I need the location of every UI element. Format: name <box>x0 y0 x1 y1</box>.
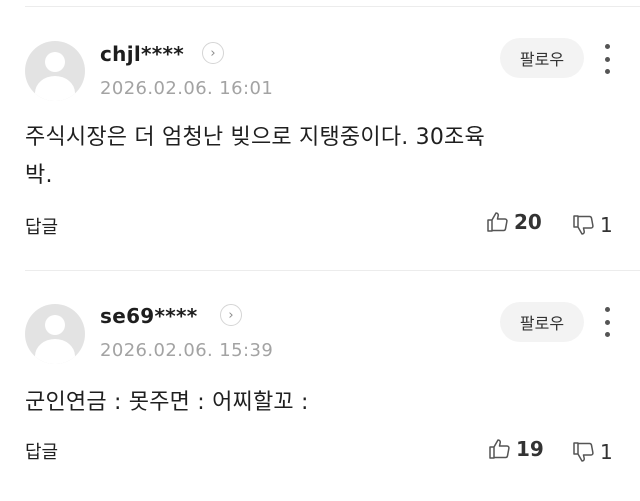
avatar[interactable] <box>25 41 85 101</box>
username[interactable]: se69**** <box>100 304 198 328</box>
reply-button[interactable]: 답글 <box>25 438 58 464</box>
dislike-count: 1 <box>600 213 613 237</box>
comment-item: chjl**** › 2026.02.06. 16:01 팔로우 주식시장은 더… <box>0 0 640 270</box>
dislike-button[interactable]: 1 <box>572 440 613 464</box>
like-count: 20 <box>514 210 542 234</box>
like-count: 19 <box>516 437 544 461</box>
thumbs-up-icon <box>489 439 510 459</box>
thumbs-down-icon <box>573 215 594 235</box>
more-vertical-icon[interactable] <box>598 307 616 337</box>
comment-text-line: 박. <box>25 163 53 188</box>
comment-text: 군인연금 : 못주면 : 어찌할꼬 : <box>25 384 595 422</box>
comment-text-line: 군인연금 : 못주면 : 어찌할꼬 : <box>25 390 309 415</box>
dislike-count: 1 <box>600 440 613 464</box>
avatar[interactable] <box>25 304 85 364</box>
follow-button[interactable]: 팔로우 <box>500 38 584 78</box>
comment-text-line: 주식시장은 더 엄청난 빚으로 지탱중이다. 30조육 <box>25 125 485 150</box>
comment-text: 주식시장은 더 엄청난 빚으로 지탱중이다. 30조육 박. <box>25 119 595 195</box>
username[interactable]: chjl**** <box>100 42 184 66</box>
chevron-right-icon[interactable]: › <box>220 304 242 326</box>
avatar-head-shape <box>45 52 65 72</box>
timestamp: 2026.02.06. 16:01 <box>100 78 274 99</box>
like-button[interactable]: 20 <box>486 210 542 234</box>
timestamp: 2026.02.06. 15:39 <box>100 340 274 361</box>
thumbs-down-icon <box>573 442 594 462</box>
avatar-body-shape <box>35 76 75 101</box>
like-button[interactable]: 19 <box>488 437 544 461</box>
reply-button[interactable]: 답글 <box>25 213 58 239</box>
chevron-right-icon[interactable]: › <box>202 42 224 64</box>
follow-button[interactable]: 팔로우 <box>500 302 584 342</box>
comment-item: se69**** › 2026.02.06. 15:39 팔로우 군인연금 : … <box>0 271 640 501</box>
avatar-head-shape <box>45 315 65 335</box>
thumbs-up-icon <box>487 212 508 232</box>
more-vertical-icon[interactable] <box>598 44 616 74</box>
avatar-body-shape <box>35 339 75 364</box>
dislike-button[interactable]: 1 <box>572 213 613 237</box>
